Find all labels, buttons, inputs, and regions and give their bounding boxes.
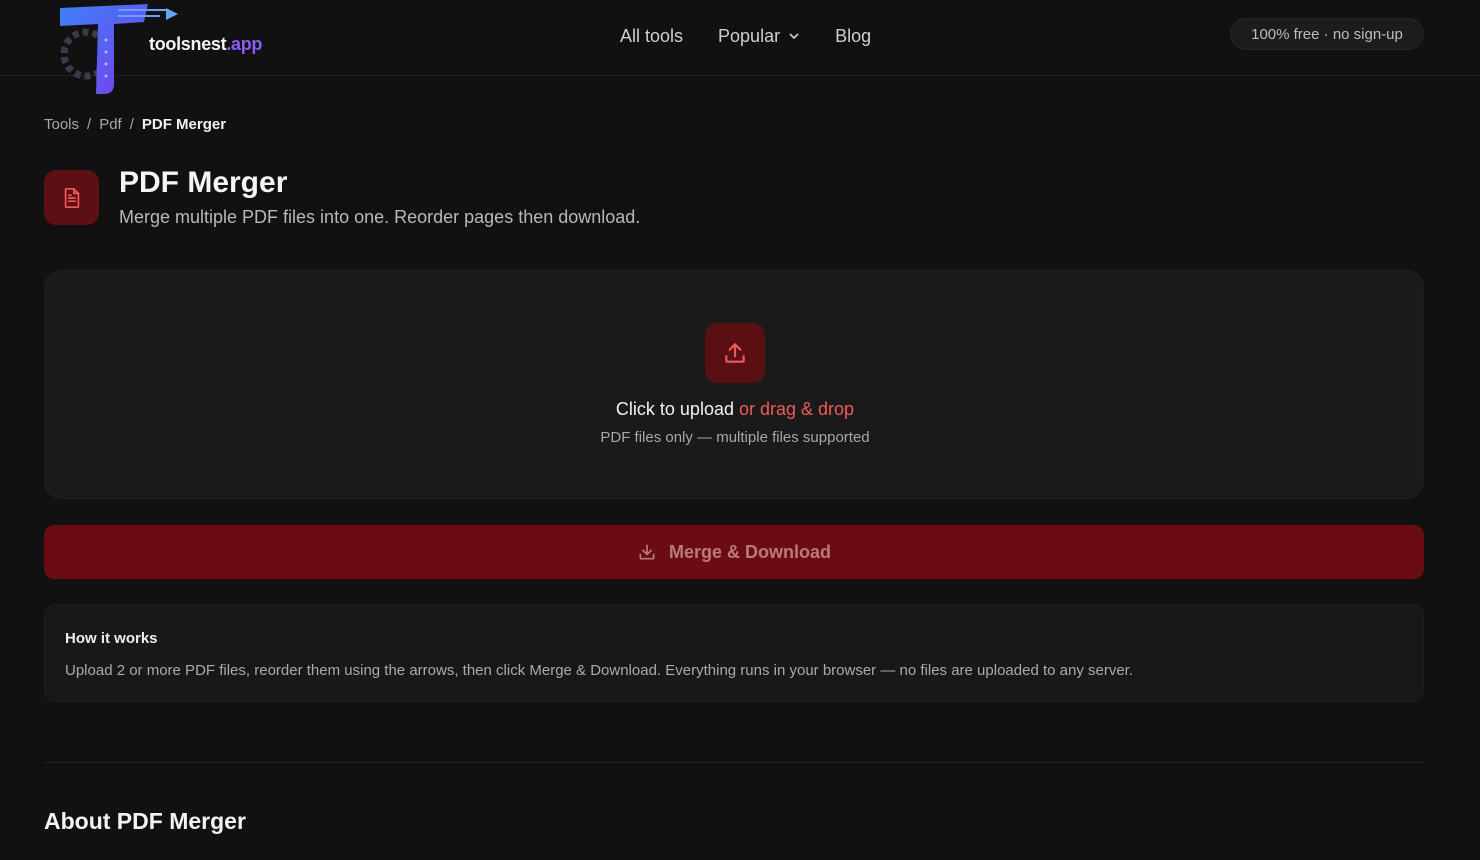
how-it-works-card: How it works Upload 2 or more PDF files,… xyxy=(44,604,1424,702)
logo-name: toolsnest xyxy=(149,34,227,54)
nav-blog[interactable]: Blog xyxy=(835,26,871,47)
nav-all-tools-label: All tools xyxy=(620,25,684,46)
page-subtitle: Merge multiple PDF files into one. Reord… xyxy=(119,207,641,227)
how-it-works-text: Upload 2 or more PDF files, reorder them… xyxy=(65,662,1133,679)
breadcrumb-separator: / xyxy=(129,116,134,133)
nav-all-tools[interactable]: All tools xyxy=(620,26,683,47)
upload-instruction: Click to upload or drag & drop xyxy=(45,399,1425,420)
upload-dropzone[interactable]: Click to upload or drag & drop PDF files… xyxy=(44,270,1424,499)
upload-icon xyxy=(705,323,765,383)
logo-tld: .app xyxy=(226,34,263,54)
site-logo[interactable]: toolsnest.app xyxy=(56,0,286,96)
free-badge: 100% free · no sign-up xyxy=(1230,18,1424,50)
breadcrumb-current: PDF Merger xyxy=(141,116,227,133)
about-title: About PDF Merger xyxy=(44,808,246,834)
document-icon xyxy=(44,170,99,225)
page-title: PDF Merger xyxy=(119,166,288,199)
nav-popular[interactable]: Popular xyxy=(718,26,800,47)
upload-hint: PDF files only — multiple files supporte… xyxy=(600,429,870,446)
breadcrumb-separator: / xyxy=(87,116,92,133)
upload-click-text: Click to upload xyxy=(615,399,734,419)
nav-blog-label: Blog xyxy=(835,25,872,46)
download-icon xyxy=(639,544,655,560)
site-header: toolsnest.app All tools Popular Blog 100… xyxy=(0,0,1480,94)
nav-popular-label: Popular xyxy=(718,25,781,46)
merge-download-button[interactable]: Merge & Download xyxy=(44,525,1424,579)
section-divider xyxy=(44,762,1424,763)
upload-drag-text: or drag & drop xyxy=(739,399,855,419)
main-nav: All tools Popular Blog xyxy=(620,22,871,50)
breadcrumb: Tools / Pdf / PDF Merger xyxy=(44,116,226,133)
logo-wordmark: toolsnest.app xyxy=(149,34,262,55)
breadcrumb-pdf[interactable]: Pdf xyxy=(99,116,122,133)
how-it-works-title: How it works xyxy=(65,630,158,647)
breadcrumb-tools[interactable]: Tools xyxy=(44,116,79,133)
chevron-down-icon xyxy=(789,33,799,40)
merge-download-label: Merge & Download xyxy=(668,541,831,562)
